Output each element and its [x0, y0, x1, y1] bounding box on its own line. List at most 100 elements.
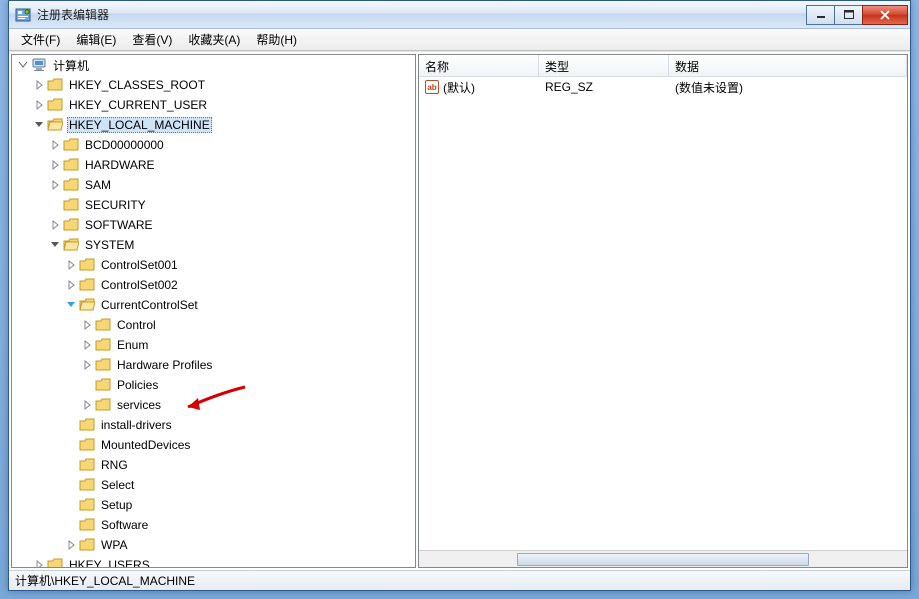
folder-icon [63, 218, 79, 232]
list-body[interactable]: ab (默认) REG_SZ (数值未设置) [419, 77, 907, 550]
blank-toggle [64, 478, 78, 492]
titlebar[interactable]: 注册表编辑器 [9, 1, 910, 29]
tree-label: services [115, 398, 163, 412]
tree-label: HKEY_CURRENT_USER [67, 98, 209, 112]
regedit-icon [15, 7, 31, 23]
tree-node-system[interactable]: SYSTEM [48, 235, 415, 255]
minimize-button[interactable] [806, 5, 834, 25]
statusbar-path: 计算机\HKEY_LOCAL_MACHINE [15, 572, 195, 589]
expand-icon[interactable] [32, 78, 46, 92]
horizontal-scrollbar[interactable] [419, 550, 907, 567]
menu-edit[interactable]: 编辑(E) [68, 29, 124, 50]
expand-icon[interactable] [48, 138, 62, 152]
folder-icon [63, 158, 79, 172]
col-header-name[interactable]: 名称 [419, 55, 539, 76]
tree-node-software[interactable]: SOFTWARE [48, 215, 415, 235]
tree-node-computer[interactable]: 计算机 [16, 55, 415, 75]
tree-node-services[interactable]: services [80, 395, 415, 415]
blank-toggle [80, 378, 94, 392]
folder-icon [79, 538, 95, 552]
folder-icon [79, 278, 95, 292]
close-button[interactable] [862, 5, 908, 25]
expand-icon[interactable] [80, 338, 94, 352]
tree-label: Hardware Profiles [115, 358, 214, 372]
folder-icon [79, 498, 95, 512]
tree-node-hklm[interactable]: HKEY_LOCAL_MACHINE [32, 115, 415, 135]
expand-icon[interactable] [48, 218, 62, 232]
statusbar: 计算机\HKEY_LOCAL_MACHINE [9, 570, 910, 590]
scrollbar-thumb[interactable] [517, 553, 810, 566]
tree-node-select[interactable]: Select [64, 475, 415, 495]
tree-label: ControlSet001 [99, 258, 180, 272]
col-header-type[interactable]: 类型 [539, 55, 669, 76]
menu-view[interactable]: 查看(V) [124, 29, 180, 50]
blank-toggle [64, 518, 78, 532]
tree-label: ControlSet002 [99, 278, 180, 292]
tree-node-cs002[interactable]: ControlSet002 [64, 275, 415, 295]
blank-toggle [64, 418, 78, 432]
folder-open-icon [79, 298, 95, 312]
tree-panel[interactable]: 计算机 HKEY_CLASSES_ROOT [11, 54, 416, 568]
folder-icon [47, 78, 63, 92]
tree-node-hkcr[interactable]: HKEY_CLASSES_ROOT [32, 75, 415, 95]
expand-icon[interactable] [64, 538, 78, 552]
expand-icon[interactable] [80, 318, 94, 332]
folder-open-icon [47, 118, 63, 132]
tree-node-enum[interactable]: Enum [80, 335, 415, 355]
tree-label: RNG [99, 458, 130, 472]
tree-node-wpa[interactable]: WPA [64, 535, 415, 555]
folder-icon [95, 358, 111, 372]
tree-node-sam[interactable]: SAM [48, 175, 415, 195]
maximize-button[interactable] [834, 5, 862, 25]
expand-icon[interactable] [32, 98, 46, 112]
folder-icon [79, 258, 95, 272]
tree-node-security[interactable]: SECURITY [48, 195, 415, 215]
computer-icon [31, 57, 47, 73]
tree-label: Select [99, 478, 136, 492]
tree-node-mounted[interactable]: MountedDevices [64, 435, 415, 455]
tree-label: HKEY_LOCAL_MACHINE [67, 117, 212, 133]
tree-node-install-drivers[interactable]: install-drivers [64, 415, 415, 435]
folder-icon [95, 338, 111, 352]
tree-node-hku[interactable]: HKEY_USERS [32, 555, 415, 568]
tree-node-cs001[interactable]: ControlSet001 [64, 255, 415, 275]
expand-icon[interactable] [80, 358, 94, 372]
collapse-icon[interactable] [32, 118, 46, 132]
collapse-icon[interactable] [48, 238, 62, 252]
tree-node-bcd[interactable]: BCD00000000 [48, 135, 415, 155]
tree-label: CurrentControlSet [99, 298, 200, 312]
menu-help[interactable]: 帮助(H) [248, 29, 305, 50]
col-header-data[interactable]: 数据 [669, 55, 907, 76]
expand-icon[interactable] [64, 278, 78, 292]
tree-node-hwprofiles[interactable]: Hardware Profiles [80, 355, 415, 375]
tree-label: Control [115, 318, 158, 332]
tree-node-setup[interactable]: Setup [64, 495, 415, 515]
list-row[interactable]: ab (默认) REG_SZ (数值未设置) [419, 77, 907, 97]
tree-node-ccs[interactable]: CurrentControlSet [64, 295, 415, 315]
expand-icon[interactable] [80, 398, 94, 412]
tree-node-software2[interactable]: Software [64, 515, 415, 535]
expand-icon[interactable] [48, 158, 62, 172]
folder-icon [47, 558, 63, 568]
tree-label: SYSTEM [83, 238, 136, 252]
tree-label: Enum [115, 338, 150, 352]
value-type: REG_SZ [539, 79, 669, 95]
blank-toggle [64, 438, 78, 452]
tree-node-control[interactable]: Control [80, 315, 415, 335]
expand-icon[interactable] [64, 258, 78, 272]
tree-label: Software [99, 518, 150, 532]
expand-icon[interactable] [48, 178, 62, 192]
tree-label: HKEY_CLASSES_ROOT [67, 78, 207, 92]
collapse-icon[interactable] [64, 298, 78, 312]
folder-icon [63, 198, 79, 212]
tree-node-hardware[interactable]: HARDWARE [48, 155, 415, 175]
menu-file[interactable]: 文件(F) [13, 29, 68, 50]
folder-icon [47, 98, 63, 112]
tree-node-rng[interactable]: RNG [64, 455, 415, 475]
collapse-icon[interactable] [16, 58, 30, 72]
expand-icon[interactable] [32, 558, 46, 568]
tree-label: MountedDevices [99, 438, 192, 452]
menu-favorites[interactable]: 收藏夹(A) [180, 29, 248, 50]
tree-node-hkcu[interactable]: HKEY_CURRENT_USER [32, 95, 415, 115]
tree-node-policies[interactable]: Policies [80, 375, 415, 395]
